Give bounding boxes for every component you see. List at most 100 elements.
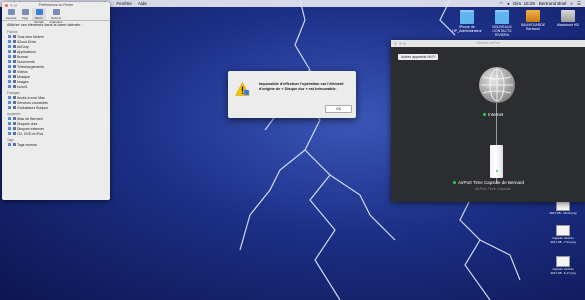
item-icon: [12, 127, 16, 130]
image-thumbnail-icon: [556, 225, 570, 236]
item-icon: [12, 50, 16, 53]
sidebar-option-label: AirDrop: [17, 44, 29, 49]
item-icon: [12, 40, 16, 43]
volume-icon[interactable]: ◂: [507, 1, 509, 7]
alert-message: Impossible d'effectuer l'opération car l…: [259, 82, 344, 91]
airport-utility-window: Utilitaire AirPort Autres appareils Wi-F…: [391, 40, 585, 202]
checkbox[interactable]: ✓: [8, 117, 11, 120]
checkbox[interactable]: ✓: [8, 60, 11, 63]
checkbox[interactable]: ✓: [8, 106, 11, 109]
device-name: AirPort Time Capsule de Bernard: [453, 180, 524, 185]
checkbox[interactable]: ✓: [8, 55, 11, 58]
sidebar-option-row[interactable]: ✓ Tags récents: [2, 142, 110, 147]
sidebar-option-label: Images: [17, 79, 29, 84]
checkbox[interactable]: ✓: [8, 96, 11, 99]
checkbox[interactable]: ✓: [8, 45, 11, 48]
minimize-button[interactable]: [398, 42, 402, 45]
sidebar-icon: [35, 9, 43, 15]
item-icon: [12, 55, 16, 58]
finder-preferences-window: Préférences du Finder Général Tags Barre…: [2, 2, 110, 200]
item-icon: [12, 122, 16, 125]
checkbox[interactable]: ✓: [8, 35, 11, 38]
tab-sidebar[interactable]: Barre latérale: [32, 8, 46, 24]
desktop-icon-sauvegarde-drive[interactable]: SAUVEGARDE Bertrand: [518, 10, 548, 31]
menu-fenetre[interactable]: Fenêtre: [113, 1, 135, 6]
item-icon: [12, 85, 16, 88]
time-capsule-icon[interactable]: [490, 145, 503, 178]
checkbox[interactable]: ✓: [8, 101, 11, 104]
item-icon: [12, 65, 16, 68]
checkbox[interactable]: ✓: [8, 70, 11, 73]
menu-aide[interactable]: Aide: [135, 1, 150, 6]
wifi-status-icon[interactable]: ◠: [499, 1, 503, 7]
tab-general[interactable]: Général: [4, 8, 18, 20]
tag-icon: [21, 9, 29, 15]
tab-advanced[interactable]: Options avancées: [46, 8, 66, 24]
sidebar-option-label: Bureau: [17, 54, 29, 59]
wifi-devices-dropdown[interactable]: Autres appareils Wi-Fi: [398, 54, 439, 60]
sidebar-option-label: Tous mes fichiers: [17, 34, 45, 39]
checkbox[interactable]: ✓: [8, 85, 11, 88]
internet-globe-icon[interactable]: [479, 67, 515, 103]
desktop-screenshot-1[interactable]: 2017-08...18.23.png: [549, 200, 577, 216]
prefs-titlebar: Préférences du Finder: [2, 2, 110, 8]
notification-center-icon[interactable]: ☰: [577, 1, 581, 7]
close-button[interactable]: [5, 3, 8, 7]
sidebar-option-label: CD, DVD et iPod: [17, 131, 44, 136]
sidebar-option-label: iCloud Drive: [17, 39, 37, 44]
sidebar-option-label: Serveurs connectés: [17, 100, 48, 105]
ok-button[interactable]: OK: [325, 105, 352, 113]
error-alert-dialog: Impossible d'effectuer l'opération car l…: [228, 71, 356, 118]
checkbox[interactable]: ✓: [8, 132, 11, 135]
globe-grid-icon: [481, 68, 513, 102]
checkbox[interactable]: ✓: [8, 122, 11, 125]
sidebar-option-label: Disques externes: [17, 126, 45, 131]
sidebar-option-label: iMac de Bernard: [17, 116, 43, 121]
clock[interactable]: Dim. 15:28: [513, 1, 535, 6]
checkbox[interactable]: ✓: [8, 40, 11, 43]
checkbox[interactable]: ✓: [8, 65, 11, 68]
warning-icon: [235, 82, 250, 96]
item-icon: [12, 143, 16, 146]
external-drive-icon: [526, 10, 540, 22]
checkbox[interactable]: ✓: [8, 80, 11, 83]
checkbox[interactable]: ✓: [8, 127, 11, 130]
status-green-dot: [483, 113, 486, 117]
checkbox[interactable]: ✓: [8, 143, 11, 146]
checkbox[interactable]: ✓: [8, 50, 11, 53]
desktop-icon-iphone-folder[interactable]: iPhone de HP_Administrateur: [452, 10, 482, 33]
airport-title: Utilitaire AirPort: [475, 41, 501, 45]
prefs-toolbar: Général Tags Barre latérale Options avan…: [2, 8, 110, 24]
status-green-dot: [453, 181, 456, 185]
airport-titlebar: Utilitaire AirPort: [391, 40, 585, 47]
sidebar-option-label: Disques durs: [17, 121, 38, 126]
desktop-screenshot-3[interactable]: Capture d'écran 2017-08...6.17.png: [549, 256, 577, 275]
folder-icon: [495, 10, 509, 24]
spotlight-icon[interactable]: ⌕: [570, 1, 573, 6]
user-name[interactable]: Bertrand Briel: [539, 1, 567, 6]
checkbox[interactable]: ✓: [8, 75, 11, 78]
item-icon: [12, 106, 16, 109]
prefs-intro: Afficher ces éléments dans la barre laté…: [7, 23, 83, 27]
device-model: AirPort Time Capsule: [475, 187, 511, 191]
item-icon: [12, 101, 16, 104]
minimize-button[interactable]: [9, 3, 13, 7]
desktop-screenshot-2[interactable]: Capture d'écran 2017-08...7.21.png: [549, 225, 577, 244]
item-icon: [12, 35, 16, 38]
item-icon: [12, 96, 16, 99]
desktop-icon-macintosh-hd[interactable]: Macintosh HD: [553, 10, 583, 27]
sidebar-option-label: Documents: [17, 59, 35, 64]
zoom-button[interactable]: [14, 3, 17, 7]
general-switch-icon: [7, 9, 15, 15]
item-icon: [12, 117, 16, 120]
zoom-button[interactable]: [403, 42, 406, 45]
desktop: { "menubar": { "app": "Finder", "items":…: [0, 0, 585, 300]
item-icon: [12, 75, 16, 78]
close-button[interactable]: [394, 42, 397, 45]
image-thumbnail-icon: [556, 256, 570, 267]
item-icon: [12, 132, 16, 135]
desktop-icon-contacts-folder[interactable]: NOUVEAUX CONTACTS RIVIERA: [487, 10, 517, 37]
sidebar-option-label: Musique: [17, 74, 31, 79]
tab-tags[interactable]: Tags: [18, 8, 32, 20]
sidebar-option-label: Applications: [17, 49, 36, 54]
